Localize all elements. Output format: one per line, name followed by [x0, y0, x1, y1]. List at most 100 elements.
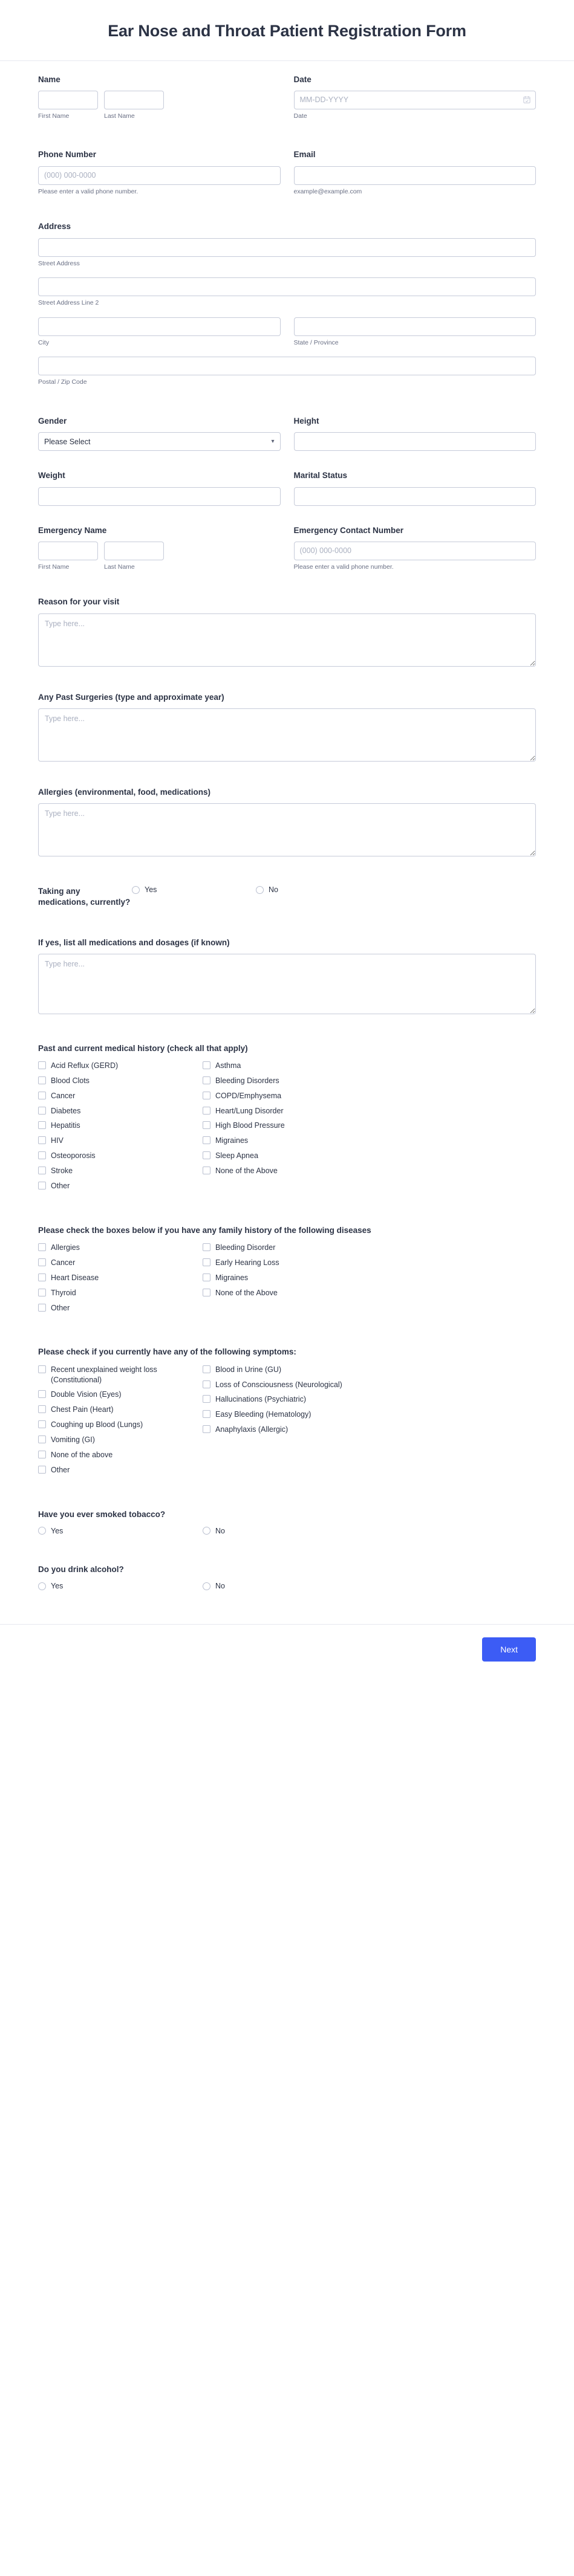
phone-label: Phone Number [38, 150, 97, 160]
alcohol-radio-yes[interactable]: Yes [38, 1582, 203, 1590]
last-name-input[interactable] [104, 90, 164, 109]
symptoms-right-column: Blood in Urine (GU) Loss of Consciousnes… [203, 1365, 367, 1480]
marital-status-label: Marital Status [293, 471, 348, 481]
checkbox-item[interactable]: Migraines [203, 1273, 367, 1283]
checkbox-label: Sleep Apnea [215, 1151, 258, 1160]
checkbox-item[interactable]: Diabetes [38, 1106, 203, 1116]
date-input[interactable] [293, 90, 536, 109]
checkbox-label: Cancer [51, 1091, 76, 1100]
checkbox-item[interactable]: None of the Above [203, 1166, 367, 1176]
alcohol-question-group: Do you drink alcohol? Yes No [38, 1564, 536, 1590]
checkbox-item[interactable]: Double Vision (Eyes) [38, 1390, 203, 1400]
phone-input[interactable] [38, 166, 281, 185]
checkbox-item[interactable]: Asthma [203, 1061, 367, 1071]
radio-circle-icon [38, 1527, 46, 1535]
checkbox-box-icon [203, 1121, 210, 1130]
checkbox-item[interactable]: None of the above [38, 1450, 203, 1460]
radio-circle-icon [256, 885, 264, 894]
state-input[interactable] [293, 317, 536, 336]
checkbox-item[interactable]: Chest Pain (Heart) [38, 1405, 203, 1415]
checkbox-label: Blood in Urine (GU) [215, 1365, 282, 1374]
checkbox-item[interactable]: Sleep Apnea [203, 1151, 367, 1161]
checkbox-item[interactable]: HIV [38, 1136, 203, 1146]
alcohol-radio-no[interactable]: No [203, 1582, 367, 1590]
checkbox-item[interactable]: Migraines [203, 1136, 367, 1146]
tobacco-radio-yes[interactable]: Yes [38, 1527, 203, 1535]
checkbox-item[interactable]: Bleeding Disorders [203, 1076, 367, 1086]
checkbox-label: Double Vision (Eyes) [51, 1390, 122, 1399]
weight-input[interactable] [38, 487, 281, 506]
allergies-textarea[interactable] [38, 803, 536, 857]
checkbox-item[interactable]: None of the Above [203, 1288, 367, 1298]
street-address-2-input[interactable] [38, 277, 536, 297]
checkbox-box-icon [203, 1365, 210, 1373]
emergency-phone-input[interactable] [293, 541, 536, 560]
checkbox-item[interactable]: High Blood Pressure [203, 1121, 367, 1131]
checkbox-item[interactable]: Heart/Lung Disorder [203, 1106, 367, 1116]
gender-select[interactable]: Please Select [38, 432, 281, 451]
checkbox-label: Bleeding Disorders [215, 1076, 279, 1085]
height-input[interactable] [293, 432, 536, 451]
email-input[interactable] [293, 166, 536, 185]
next-button[interactable]: Next [482, 1637, 536, 1662]
checkbox-item[interactable]: Heart Disease [38, 1273, 203, 1283]
reason-visit-textarea[interactable] [38, 613, 536, 667]
checkbox-box-icon [38, 1420, 46, 1429]
emergency-name-label: Emergency Name [38, 525, 107, 535]
street-address-input[interactable] [38, 238, 536, 257]
past-surgeries-textarea[interactable] [38, 708, 536, 762]
checkbox-item[interactable]: Other [38, 1303, 203, 1313]
checkbox-item[interactable]: Early Hearing Loss [203, 1258, 367, 1268]
medications-radio-yes[interactable]: Yes [132, 885, 256, 894]
checkbox-item[interactable]: Blood Clots [38, 1076, 203, 1086]
tobacco-question-group: Have you ever smoked tobacco? Yes No [38, 1509, 536, 1535]
checkbox-item[interactable]: Allergies [38, 1243, 203, 1253]
checkbox-item[interactable]: Bleeding Disorder [203, 1243, 367, 1253]
checkbox-item[interactable]: Cancer [38, 1258, 203, 1268]
checkbox-item[interactable]: Easy Bleeding (Hematology) [203, 1409, 367, 1420]
checkbox-box-icon [38, 1303, 46, 1312]
checkbox-box-icon [38, 1121, 46, 1130]
checkbox-box-icon [203, 1380, 210, 1388]
emergency-phone-field-group: Emergency Contact Number Please enter a … [293, 525, 536, 587]
checkbox-item[interactable]: Other [38, 1181, 203, 1191]
city-input[interactable] [38, 317, 281, 336]
tobacco-radio-no[interactable]: No [203, 1527, 367, 1535]
medications-list-textarea[interactable] [38, 953, 536, 1014]
medical-history-left-column: Acid Reflux (GERD) Blood Clots Cancer Di… [38, 1061, 203, 1196]
checkbox-item[interactable]: Loss of Consciousness (Neurological) [203, 1380, 367, 1390]
checkbox-label: None of the above [51, 1450, 113, 1459]
first-name-input[interactable] [38, 90, 98, 109]
date-sublabel: Date [293, 112, 307, 120]
checkbox-item[interactable]: Hepatitis [38, 1121, 203, 1131]
marital-status-input[interactable] [293, 487, 536, 506]
name-field-group: Name First Name Last Name [38, 74, 281, 137]
checkbox-item[interactable]: Acid Reflux (GERD) [38, 1061, 203, 1071]
checkbox-label: High Blood Pressure [215, 1121, 285, 1130]
checkbox-item[interactable]: Recent unexplained weight loss (Constitu… [38, 1365, 203, 1385]
past-surgeries-field-group: Any Past Surgeries (type and approximate… [38, 692, 536, 762]
radio-circle-icon [203, 1582, 210, 1590]
address-field-group: Address Street Address Street Address Li… [38, 221, 536, 387]
checkbox-label: Osteoporosis [51, 1151, 96, 1160]
checkbox-item[interactable]: COPD/Emphysema [203, 1091, 367, 1101]
checkbox-item[interactable]: Stroke [38, 1166, 203, 1176]
checkbox-box-icon [38, 1258, 46, 1266]
emergency-last-name-input[interactable] [104, 541, 164, 560]
checkbox-label: Other [51, 1181, 70, 1190]
checkbox-label: Vomiting (GI) [51, 1435, 95, 1445]
postal-code-input[interactable] [38, 357, 536, 376]
medications-radio-no[interactable]: No [256, 885, 380, 894]
checkbox-box-icon [203, 1091, 210, 1099]
checkbox-item[interactable]: Osteoporosis [38, 1151, 203, 1161]
emergency-last-name-sublabel: Last Name [104, 563, 135, 571]
checkbox-item[interactable]: Anaphylaxis (Allergic) [203, 1425, 367, 1435]
checkbox-item[interactable]: Thyroid [38, 1288, 203, 1298]
checkbox-item[interactable]: Cancer [38, 1091, 203, 1101]
checkbox-item[interactable]: Coughing up Blood (Lungs) [38, 1420, 203, 1430]
checkbox-item[interactable]: Hallucinations (Psychiatric) [203, 1394, 367, 1405]
checkbox-item[interactable]: Vomiting (GI) [38, 1435, 203, 1445]
emergency-first-name-input[interactable] [38, 541, 98, 560]
checkbox-item[interactable]: Blood in Urine (GU) [203, 1365, 367, 1375]
checkbox-item[interactable]: Other [38, 1465, 203, 1475]
